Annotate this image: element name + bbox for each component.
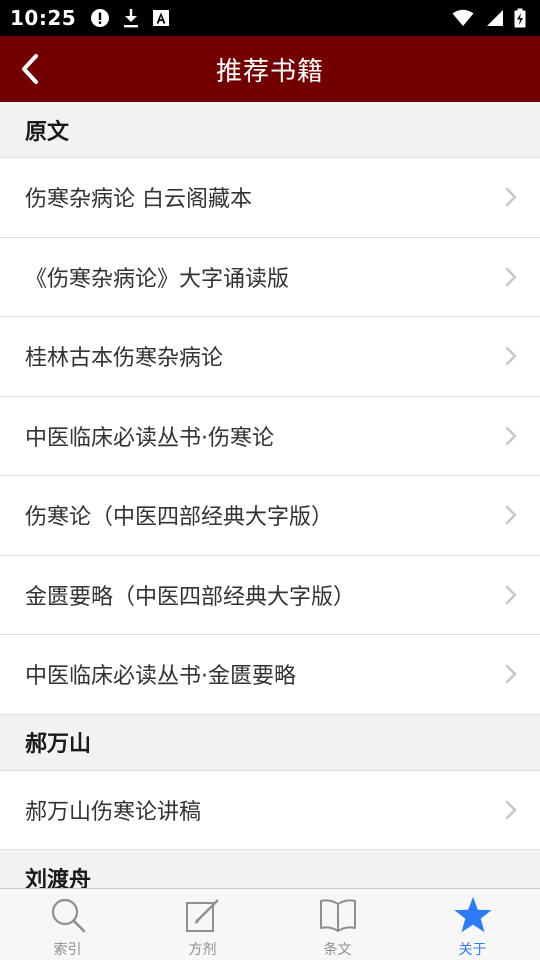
chevron-right-icon (505, 426, 517, 445)
list-item[interactable]: 伤寒杂病论 白云阁藏本 (0, 158, 540, 238)
section-header: 郝万山 (0, 714, 540, 771)
list-item-label: 中医临床必读丛书·金匮要略 (25, 664, 296, 690)
font-icon (152, 9, 170, 27)
chevron-right-icon (505, 800, 517, 819)
wifi-icon (452, 9, 474, 27)
chevron-left-icon (22, 54, 38, 84)
chevron-right-icon (505, 267, 517, 286)
app-bar: 推荐书籍 (0, 36, 540, 102)
tab-index[interactable]: 索引 (0, 889, 135, 960)
chevron-right-icon (505, 585, 517, 604)
status-left-icons (90, 8, 170, 28)
tab-label: 方剂 (188, 942, 217, 958)
star-icon (453, 895, 493, 935)
list-item[interactable]: 伤寒论（中医四部经典大字版） (0, 476, 540, 556)
chevron-right-icon (505, 188, 517, 207)
chevron-right-icon (505, 347, 517, 366)
book-list[interactable]: 原文 伤寒杂病论 白云阁藏本 《伤寒杂病论》大字诵读版 桂林古本伤寒杂病论 中医… (0, 102, 540, 888)
tab-about[interactable]: 关于 (405, 889, 540, 960)
list-item[interactable]: 中医临床必读丛书·金匮要略 (0, 635, 540, 715)
battery-icon (514, 8, 526, 28)
list-item[interactable]: 中医临床必读丛书·伤寒论 (0, 396, 540, 476)
list-item-label: 郝万山伤寒论讲稿 (25, 799, 202, 825)
chevron-right-icon (505, 665, 517, 684)
alert-icon (90, 8, 110, 28)
signal-icon (484, 9, 504, 27)
list-item-label: 《伤寒杂病论》大字诵读版 (25, 266, 290, 292)
download-icon (122, 8, 140, 28)
page-title: 推荐书籍 (215, 56, 324, 87)
tab-label: 关于 (458, 942, 487, 958)
status-right-icons (452, 8, 526, 28)
list-item-label: 桂林古本伤寒杂病论 (25, 346, 224, 372)
back-button[interactable] (6, 44, 54, 94)
status-time: 10:25 (10, 6, 77, 30)
list-item[interactable]: 《伤寒杂病论》大字诵读版 (0, 237, 540, 317)
tab-prescriptions[interactable]: 方剂 (135, 889, 270, 960)
list-item-label: 伤寒杂病论 白云阁藏本 (25, 187, 252, 213)
search-icon (48, 895, 88, 935)
list-item[interactable]: 金匮要略（中医四部经典大字版） (0, 555, 540, 635)
tab-bar: 索引 方剂 条文 关于 (0, 888, 540, 960)
list-item[interactable]: 桂林古本伤寒杂病论 (0, 317, 540, 397)
tab-label: 条文 (323, 942, 352, 958)
book-icon (318, 895, 358, 935)
edit-icon (183, 895, 223, 935)
list-item-label: 中医临床必读丛书·伤寒论 (25, 425, 274, 451)
list-item-label: 伤寒论（中医四部经典大字版） (25, 505, 334, 531)
list-item-label: 金匮要略（中医四部经典大字版） (25, 584, 356, 610)
tab-label: 索引 (53, 942, 82, 958)
section-header: 刘渡舟 (0, 850, 540, 888)
tab-articles[interactable]: 条文 (270, 889, 405, 960)
section-header: 原文 (0, 102, 540, 158)
status-bar: 10:25 (0, 0, 540, 36)
list-item[interactable]: 郝万山伤寒论讲稿 (0, 770, 540, 850)
chevron-right-icon (505, 506, 517, 525)
